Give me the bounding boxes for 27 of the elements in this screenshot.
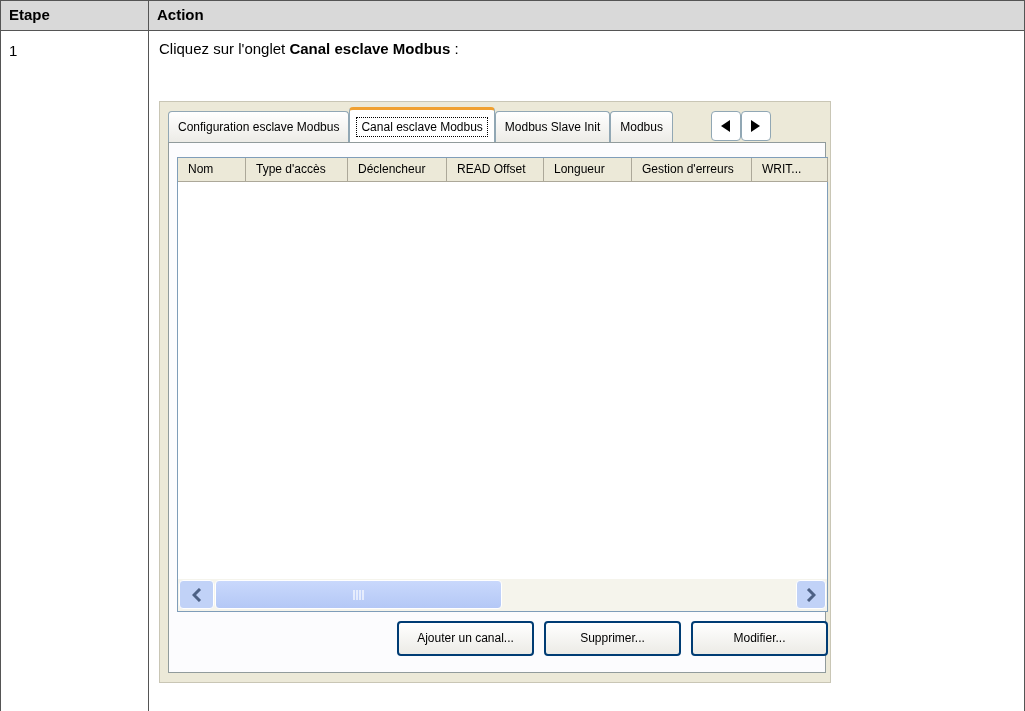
scroll-left-button[interactable]: [710, 110, 741, 141]
grid-column-header[interactable]: Longueur: [544, 157, 632, 182]
grid-column-header[interactable]: READ Offset: [447, 157, 544, 182]
dialog-button[interactable]: Ajouter un canal...: [397, 620, 534, 656]
grid-column-header[interactable]: WRIT...: [752, 157, 828, 182]
step-number: 1: [9, 42, 18, 59]
scrollbar-thumb[interactable]: [215, 580, 502, 609]
horizontal-scrollbar[interactable]: [178, 578, 827, 611]
column-header: Etape: [9, 5, 50, 26]
scroll-right-button[interactable]: [740, 110, 771, 141]
dialog-button[interactable]: Modifier...: [691, 620, 828, 656]
dialog-button[interactable]: Supprimer...: [544, 620, 681, 656]
left-chevron-icon: [191, 587, 202, 602]
tab[interactable]: Canal esclave Modbus: [349, 106, 495, 143]
tab[interactable]: Configuration esclave Modbus: [168, 110, 350, 143]
instruction-text: Cliquez sur l'onglet Canal esclave Modbus :: [159, 39, 460, 59]
grid-column-header[interactable]: Nom: [178, 157, 246, 182]
grid-column-header[interactable]: Gestion d'erreurs: [632, 157, 752, 182]
grip-icon: [352, 589, 365, 600]
right-chevron-icon: [806, 587, 816, 602]
grid-column-header[interactable]: Type d'accès: [246, 157, 348, 182]
tab[interactable]: Modbus Slave Init: [494, 110, 611, 143]
left-arrow-icon: [721, 119, 731, 132]
right-arrow-icon: [751, 119, 761, 132]
tab[interactable]: Modbus: [610, 110, 673, 143]
grid-column-header[interactable]: Déclencheur: [348, 157, 447, 182]
column-header: Action: [157, 5, 204, 26]
